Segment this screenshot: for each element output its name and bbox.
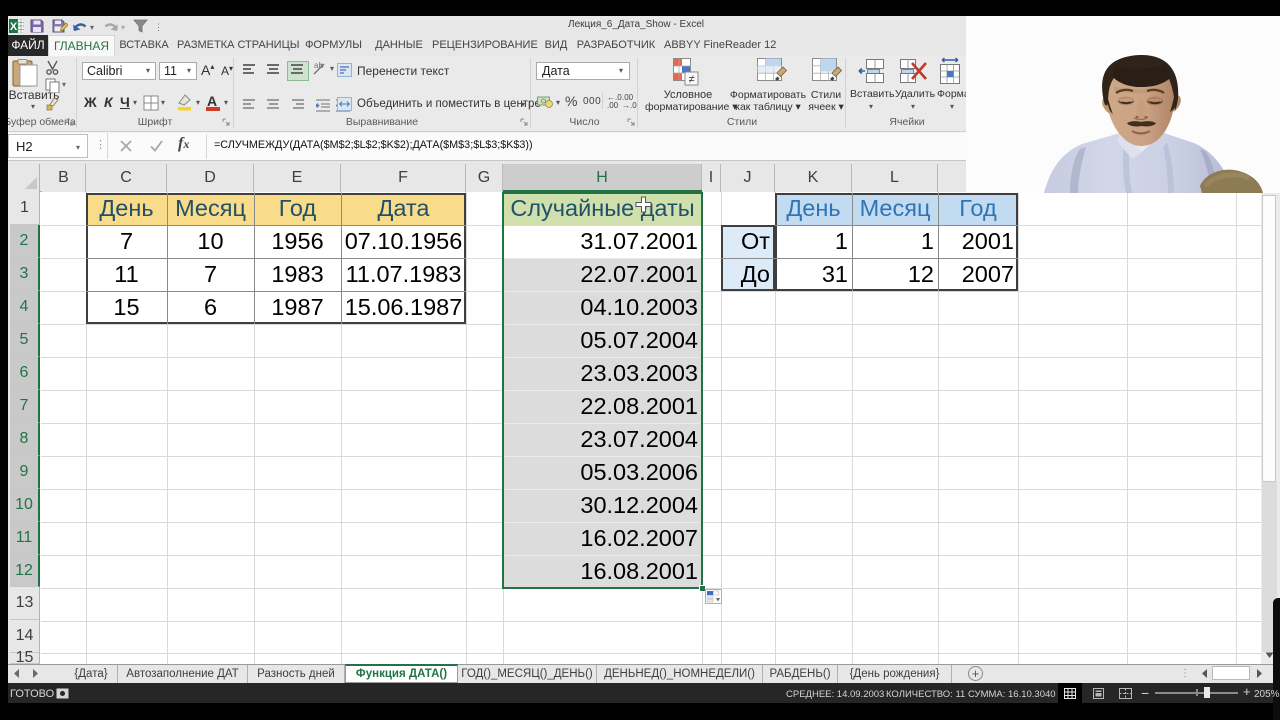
svg-text:ab: ab [314, 61, 323, 70]
svg-text:X: X [10, 21, 18, 33]
svg-text:≠: ≠ [688, 74, 694, 86]
